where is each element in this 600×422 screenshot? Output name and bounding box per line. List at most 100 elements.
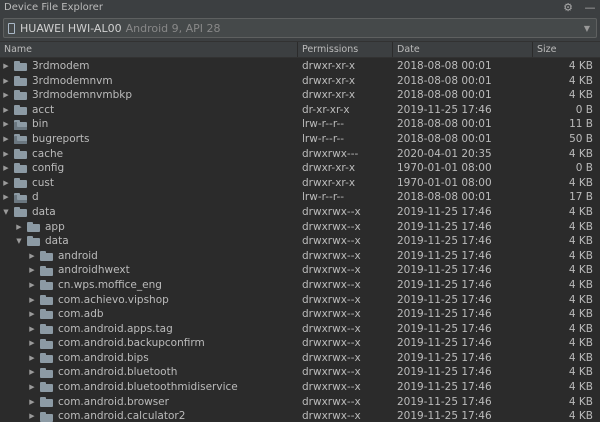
file-row[interactable]: ▶ com.android.bluetoothmidiservice drwxrwx… — [0, 380, 600, 395]
size-cell: 4 KB — [568, 235, 593, 248]
folder-icon — [40, 382, 53, 393]
date-cell: 2019-11-25 17:46 — [397, 351, 492, 364]
file-name: bin — [32, 118, 49, 131]
chevron-right-icon[interactable]: ▶ — [27, 264, 37, 278]
file-row[interactable]: ▶ com.android.bluetooth drwxrwx--x 2019-11-… — [0, 365, 600, 380]
permissions-cell: drwxrwx--x — [302, 293, 361, 306]
size-cell: 11 B — [569, 118, 593, 131]
file-name: 3rdmodemnvm — [32, 74, 113, 87]
permissions-cell: drwxrwx--x — [302, 278, 361, 291]
permissions-cell: drwxr-xr-x — [302, 60, 356, 72]
gear-icon[interactable]: ⚙ — [561, 1, 575, 15]
permissions-cell: drwxrwx--x — [302, 337, 361, 350]
chevron-right-icon[interactable]: ▶ — [27, 395, 37, 409]
file-row[interactable]: ▶ com.android.calculator2 drwxrwx--x 2019-1… — [0, 409, 600, 422]
chevron-right-icon[interactable]: ▶ — [27, 278, 37, 292]
chevron-right-icon[interactable]: ▶ — [27, 351, 37, 365]
chevron-right-icon[interactable]: ▶ — [1, 88, 11, 102]
column-header-name[interactable]: Name — [0, 42, 298, 57]
file-name: 3rdmodem — [32, 60, 90, 72]
file-row[interactable]: ▼ data drwxrwx--x 2019-11-25 17:46 4 KB — [0, 205, 600, 220]
chevron-right-icon[interactable]: ▶ — [27, 337, 37, 351]
file-row[interactable]: ▶ 3rdmodemnvmbkp drwxr-xr-x 2018-08-08 00:0… — [0, 88, 600, 103]
file-name: com.adb — [58, 308, 104, 321]
file-name: cn.wps.moffice_eng — [58, 278, 162, 291]
date-cell: 2019-11-25 17:46 — [397, 395, 492, 408]
chevron-right-icon[interactable]: ▶ — [27, 249, 37, 263]
file-row[interactable]: ▶ com.android.backupconfirm drwxrwx--x 2019… — [0, 336, 600, 351]
file-row[interactable]: ▶ com.android.browser drwxrwx--x 2019-11-25… — [0, 395, 600, 410]
file-row[interactable]: ▶ acct dr-xr-xr-x 2019-11-25 17:46 0 B — [0, 103, 600, 118]
file-name: com.android.browser — [58, 395, 169, 408]
chevron-right-icon[interactable]: ▶ — [27, 366, 37, 380]
hide-panel-icon[interactable]: — — [583, 1, 597, 15]
file-name: androidhwext — [58, 264, 130, 277]
file-row[interactable]: ▶ android drwxrwx--x 2019-11-25 17:46 4 KB — [0, 249, 600, 264]
file-row[interactable]: ▼ data drwxrwx--x 2019-11-25 17:46 4 KB — [0, 234, 600, 249]
file-name-cell: ▶ com.android.apps.tag — [0, 322, 298, 337]
size-cell: 4 KB — [568, 74, 593, 87]
date-cell: 1970-01-01 08:00 — [397, 176, 492, 189]
chevron-right-icon[interactable]: ▶ — [1, 161, 11, 175]
column-header-permissions[interactable]: Permissions — [298, 42, 393, 57]
file-row[interactable]: ▶ cn.wps.moffice_eng drwxrwx--x 2019-11-25 … — [0, 278, 600, 293]
file-row[interactable]: ▶ bugreports lrw-r--r-- 2018-08-08 00:01 50 … — [0, 132, 600, 147]
device-dropdown[interactable]: HUAWEI HWI-AL00 Android 9, API 28 ▼ — [3, 18, 597, 38]
file-row[interactable]: ▶ com.android.bips drwxrwx--x 2019-11-25 17… — [0, 351, 600, 366]
chevron-down-icon[interactable]: ▼ — [580, 19, 594, 37]
folder-icon — [40, 280, 53, 291]
file-row[interactable]: ▶ d lrw-r--r-- 2018-08-08 00:01 17 B — [0, 190, 600, 205]
chevron-right-icon[interactable]: ▶ — [1, 74, 11, 88]
file-row[interactable]: ▶ com.achievo.vipshop drwxrwx--x 2019-11-25… — [0, 293, 600, 308]
chevron-right-icon[interactable]: ▶ — [27, 322, 37, 336]
column-header-date[interactable]: Date — [393, 42, 533, 57]
file-row[interactable]: ▶ com.android.apps.tag drwxrwx--x 2019-11-2… — [0, 322, 600, 337]
file-name: d — [32, 191, 39, 204]
folder-link-icon — [14, 192, 27, 203]
chevron-down-icon[interactable]: ▼ — [14, 234, 24, 248]
chevron-right-icon[interactable]: ▶ — [27, 293, 37, 307]
file-row[interactable]: ▶ config drwxr-xr-x 1970-01-01 08:00 0 B — [0, 161, 600, 176]
chevron-right-icon[interactable]: ▶ — [1, 176, 11, 190]
table-header: Name Permissions Date Size — [0, 41, 600, 58]
folder-icon — [40, 396, 53, 407]
folder-icon — [14, 61, 27, 72]
chevron-right-icon[interactable]: ▶ — [1, 191, 11, 205]
file-row[interactable]: ▶ app drwxrwx--x 2019-11-25 17:46 4 KB — [0, 220, 600, 235]
chevron-right-icon[interactable]: ▶ — [1, 103, 11, 117]
size-cell: 4 KB — [568, 249, 593, 262]
size-cell: 4 KB — [568, 293, 593, 306]
chevron-right-icon[interactable]: ▶ — [27, 380, 37, 394]
file-name-cell: ▶ d — [0, 190, 298, 205]
file-row[interactable]: ▶ 3rdmodemnvm drwxr-xr-x 2018-08-08 00:01 4 … — [0, 74, 600, 89]
file-row[interactable]: ▶ bin lrw-r--r-- 2018-08-08 00:01 11 B — [0, 117, 600, 132]
file-row[interactable]: ▶ cache drwxrwx--- 2020-04-01 20:35 4 KB — [0, 147, 600, 162]
permissions-cell: dr-xr-xr-x — [302, 103, 350, 116]
column-header-size[interactable]: Size — [533, 42, 600, 57]
file-row[interactable]: ▶ cust drwxr-xr-x 1970-01-01 08:00 4 KB — [0, 176, 600, 191]
chevron-down-icon[interactable]: ▼ — [1, 205, 11, 219]
folder-icon — [40, 251, 53, 262]
date-cell: 2019-11-25 17:46 — [397, 249, 492, 262]
file-name-cell: ▼ data — [0, 205, 298, 220]
chevron-right-icon[interactable]: ▶ — [1, 147, 11, 161]
chevron-right-icon[interactable]: ▶ — [14, 220, 24, 234]
date-cell: 2019-11-25 17:46 — [397, 278, 492, 291]
date-cell: 2018-08-08 00:01 — [397, 89, 492, 102]
date-cell: 2018-08-08 00:01 — [397, 60, 492, 72]
size-cell: 4 KB — [568, 381, 593, 394]
size-cell: 50 B — [569, 132, 593, 145]
file-row[interactable]: ▶ 3rdmodem drwxr-xr-x 2018-08-08 00:01 4 KB — [0, 59, 600, 74]
chevron-right-icon[interactable]: ▶ — [1, 132, 11, 146]
file-row[interactable]: ▶ androidhwext drwxrwx--x 2019-11-25 17:46 4… — [0, 263, 600, 278]
file-name-cell: ▶ bin — [0, 117, 298, 132]
size-cell: 4 KB — [568, 220, 593, 233]
size-cell: 0 B — [575, 162, 593, 175]
file-name-cell: ▶ acct — [0, 103, 298, 118]
chevron-right-icon[interactable]: ▶ — [1, 118, 11, 132]
chevron-right-icon[interactable]: ▶ — [27, 307, 37, 321]
file-row[interactable]: ▶ com.adb drwxrwx--x 2019-11-25 17:46 4 KB — [0, 307, 600, 322]
chevron-right-icon[interactable]: ▶ — [27, 410, 37, 422]
chevron-right-icon[interactable]: ▶ — [1, 59, 11, 73]
date-cell: 2019-11-25 17:46 — [397, 410, 492, 422]
